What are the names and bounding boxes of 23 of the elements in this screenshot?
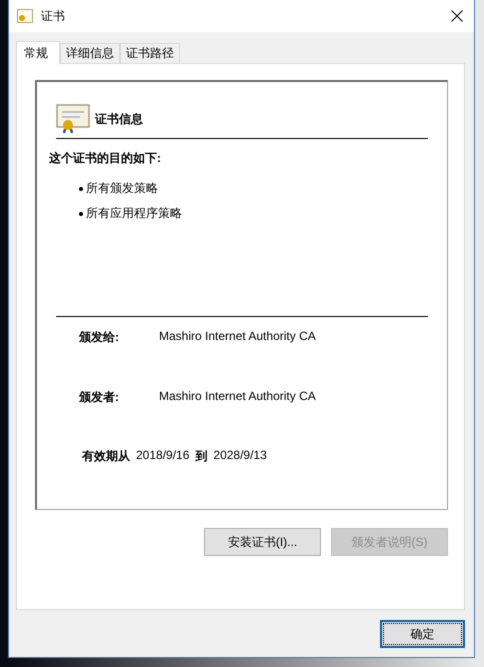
date-value: 2028/9/13 xyxy=(213,448,267,464)
purpose-title: 这个证书的目的如下: xyxy=(49,150,162,167)
dialog-button[interactable]: 安装证书(I)... xyxy=(204,528,321,556)
section-heading: 证书信息 xyxy=(95,110,143,128)
field-label: 到 xyxy=(195,448,208,465)
ok-button[interactable]: 确定 xyxy=(380,620,465,648)
close-icon[interactable] xyxy=(451,10,463,22)
field-label: 颁发给: xyxy=(79,329,120,346)
certificate-icon xyxy=(17,9,33,23)
field-value: Mashiro Internet Authority CA xyxy=(159,329,316,345)
bullet-icon xyxy=(79,212,83,216)
certificate-icon xyxy=(56,104,90,134)
field-label: 有效期从 xyxy=(82,448,130,465)
purpose-item: 所有颁发策略 xyxy=(86,180,158,197)
tab[interactable]: 详细信息 xyxy=(60,43,120,63)
tab[interactable]: 常规 xyxy=(16,41,60,64)
purpose-item: 所有应用程序策略 xyxy=(86,205,182,222)
date-value: 2018/9/16 xyxy=(136,448,190,464)
field-value: Mashiro Internet Authority CA xyxy=(159,389,316,405)
window-title: 证书 xyxy=(41,8,66,24)
field-label: 颁发者: xyxy=(79,389,120,406)
bullet-icon xyxy=(79,186,83,190)
tab[interactable]: 证书路径 xyxy=(120,43,180,63)
